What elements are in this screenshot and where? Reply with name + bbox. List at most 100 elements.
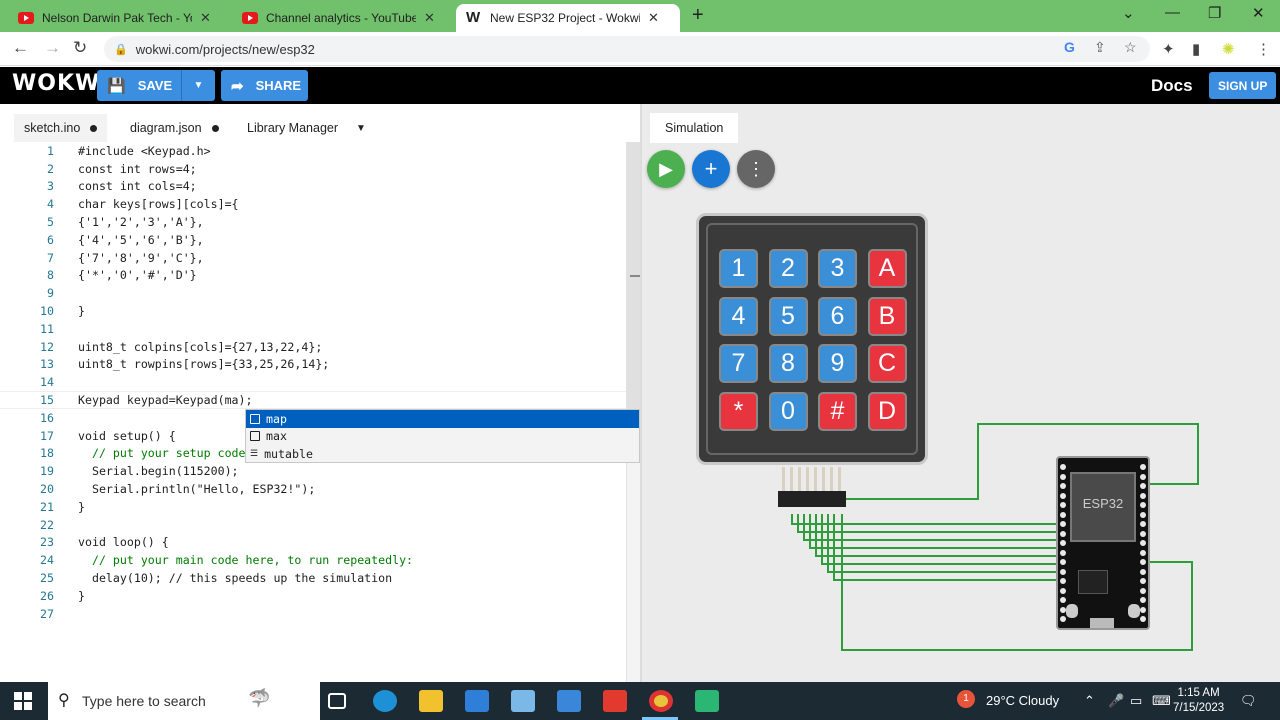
suggestion-item[interactable]: ☰ mutable — [246, 445, 639, 463]
extensions-icon[interactable]: ✦ — [1162, 40, 1175, 58]
suggestion-item[interactable]: max — [246, 428, 639, 446]
keypad-key[interactable]: 4 — [719, 296, 758, 336]
keypad-key[interactable]: 8 — [768, 344, 808, 383]
keypad-4x4[interactable]: 1 2 3 A 4 5 6 B 7 8 9 C * 0 # D — [696, 213, 928, 465]
code-line[interactable]: 6 {'4','5','6','B'}, — [0, 231, 626, 249]
chevron-down-icon[interactable]: ⌄ — [1122, 4, 1135, 22]
keypad-key[interactable]: 3 — [818, 249, 857, 288]
code-line[interactable]: 3 const int cols=4; — [0, 178, 626, 196]
code-line[interactable]: 27 — [0, 605, 626, 623]
code-line[interactable]: 4 char keys[rows][cols]={ — [0, 195, 626, 213]
code-line[interactable]: 8 {'*','0','#','D'} — [0, 267, 626, 285]
language-icon[interactable]: ⌨ — [1152, 693, 1171, 709]
tab-sketch-ino[interactable]: sketch.ino — [14, 114, 108, 142]
address-bar[interactable]: 🔒 wokwi.com/projects/new/esp32 — [104, 36, 1150, 62]
browser-tab-bar: Nelson Darwin Pak Tech - YouTube ✕ Chann… — [0, 0, 1280, 32]
weather-text[interactable]: 29°C Cloudy — [986, 693, 1059, 708]
notes-icon[interactable] — [511, 690, 535, 712]
code-line[interactable]: 12 uint8_t colpins[cols]={27,13,22,4}; — [0, 338, 626, 356]
code-line[interactable]: 21} — [0, 498, 626, 516]
edge-icon[interactable] — [373, 690, 397, 712]
keypad-key[interactable]: 1 — [719, 249, 758, 288]
code-line[interactable]: 9 — [0, 284, 626, 302]
forward-icon[interactable]: → — [44, 38, 61, 58]
arduino-icon[interactable] — [695, 690, 719, 712]
wps-icon[interactable] — [603, 690, 627, 712]
scroll-thumb[interactable] — [627, 142, 641, 412]
file-explorer-icon[interactable] — [419, 690, 443, 712]
close-icon[interactable]: ✕ — [648, 10, 659, 26]
store-icon[interactable] — [465, 690, 489, 712]
docs-link[interactable]: Docs — [1151, 76, 1193, 96]
maximize-icon[interactable]: ❐ — [1208, 4, 1221, 22]
new-tab-icon[interactable]: + — [692, 4, 704, 27]
keypad-key[interactable]: D — [867, 391, 907, 431]
keypad-key[interactable]: * — [719, 391, 758, 431]
esp32-board[interactable]: ESP32 — [1056, 456, 1150, 630]
browser-tab-analytics[interactable]: Channel analytics - YouTube Studio ✕ — [232, 4, 445, 32]
chrome-icon[interactable] — [649, 690, 673, 712]
save-button[interactable]: 💾 SAVE ▼ — [97, 70, 215, 101]
code-line[interactable]: 19 Serial.begin(115200); — [0, 462, 626, 480]
back-icon[interactable]: ← — [12, 38, 29, 58]
chevron-up-icon[interactable]: ⌃ — [1084, 693, 1095, 709]
close-icon[interactable]: ✕ — [200, 10, 211, 26]
code-line[interactable]: 25 delay(10); // this speeds up the simu… — [0, 569, 626, 587]
keypad-key[interactable]: 5 — [768, 296, 808, 336]
share-button[interactable]: ➦ SHARE — [221, 70, 308, 101]
notification-icon[interactable]: 🗨 — [1240, 693, 1257, 709]
google-icon[interactable]: G — [1064, 39, 1075, 55]
code-line[interactable]: 23 void loop() { — [0, 534, 626, 552]
clock[interactable]: 1:15 AM 7/15/2023 — [1173, 686, 1224, 716]
code-line[interactable]: 5 {'1','2','3','A'}, — [0, 213, 626, 231]
code-line[interactable]: 26} — [0, 587, 626, 605]
keypad-key[interactable]: C — [867, 344, 907, 383]
boot-button[interactable] — [1066, 604, 1078, 618]
code-line[interactable]: 14 — [0, 373, 626, 391]
keypad-key[interactable]: # — [818, 391, 857, 431]
minimize-icon[interactable]: — — [1165, 4, 1180, 21]
microphone-icon[interactable]: 🎤 — [1108, 693, 1124, 709]
code-line[interactable]: 1 #include <Keypad.h> — [0, 142, 626, 160]
code-line[interactable]: 15 Keypad keypad=Keypad(ma); — [0, 391, 626, 409]
code-line[interactable]: 22 — [0, 516, 626, 534]
chevron-down-icon[interactable]: ▼ — [181, 70, 215, 101]
task-view-icon[interactable] — [328, 693, 346, 709]
menu-dots-icon[interactable]: ⋮ — [1256, 40, 1271, 58]
keypad-key[interactable]: 6 — [818, 296, 857, 336]
tab-diagram-json[interactable]: diagram.json — [120, 114, 229, 142]
share-page-icon[interactable]: ⇪ — [1094, 39, 1106, 56]
mail-icon[interactable] — [557, 690, 581, 712]
code-line[interactable]: 2 const int rows=4; — [0, 160, 626, 178]
close-icon[interactable]: ✕ — [424, 10, 435, 26]
windows-start-icon[interactable] — [14, 692, 32, 710]
bookmark-star-icon[interactable]: ☆ — [1124, 39, 1137, 56]
caret-down-icon[interactable]: ▼ — [356, 123, 366, 134]
close-window-icon[interactable]: ✕ — [1252, 4, 1265, 22]
keypad-key[interactable]: 0 — [768, 391, 808, 431]
browser-tab-wokwi[interactable]: W New ESP32 Project - Wokwi Simulator ✕ — [456, 4, 680, 32]
weather-icon[interactable]: 1 — [957, 690, 975, 708]
keypad-key[interactable]: B — [867, 296, 907, 336]
profile-icon[interactable]: ✺ — [1222, 40, 1235, 58]
code-line[interactable]: 7 {'7','8','9','C'}, — [0, 249, 626, 267]
keypad-key[interactable]: A — [867, 249, 907, 288]
network-icon[interactable]: ▭ — [1130, 693, 1142, 709]
wokwi-logo[interactable]: WOKWI — [12, 71, 109, 96]
tab-library-manager[interactable]: Library Manager ▼ — [237, 114, 376, 142]
code-line[interactable]: 11 — [0, 320, 626, 338]
sidepanel-icon[interactable]: ▮ — [1192, 40, 1200, 58]
code-line[interactable]: 10} — [0, 302, 626, 320]
keypad-key[interactable]: 9 — [818, 344, 857, 383]
sign-up-button[interactable]: SIGN UP — [1209, 72, 1277, 99]
reload-icon[interactable]: ↻ — [73, 38, 87, 58]
taskbar-search[interactable]: ⚲ Type here to search 🦈 — [48, 682, 320, 720]
keypad-key[interactable]: 7 — [719, 344, 758, 383]
browser-tab-youtube[interactable]: Nelson Darwin Pak Tech - YouTube ✕ — [8, 4, 221, 32]
keypad-key[interactable]: 2 — [768, 249, 808, 288]
code-line[interactable]: 24 // put your main code here, to run re… — [0, 551, 626, 569]
code-line[interactable]: 13 uint8_t rowpins[rows]={33,25,26,14}; — [0, 356, 626, 374]
code-line[interactable]: 20 Serial.println("Hello, ESP32!"); — [0, 480, 626, 498]
reset-button[interactable] — [1128, 604, 1140, 618]
suggestion-item[interactable]: map — [246, 410, 639, 428]
